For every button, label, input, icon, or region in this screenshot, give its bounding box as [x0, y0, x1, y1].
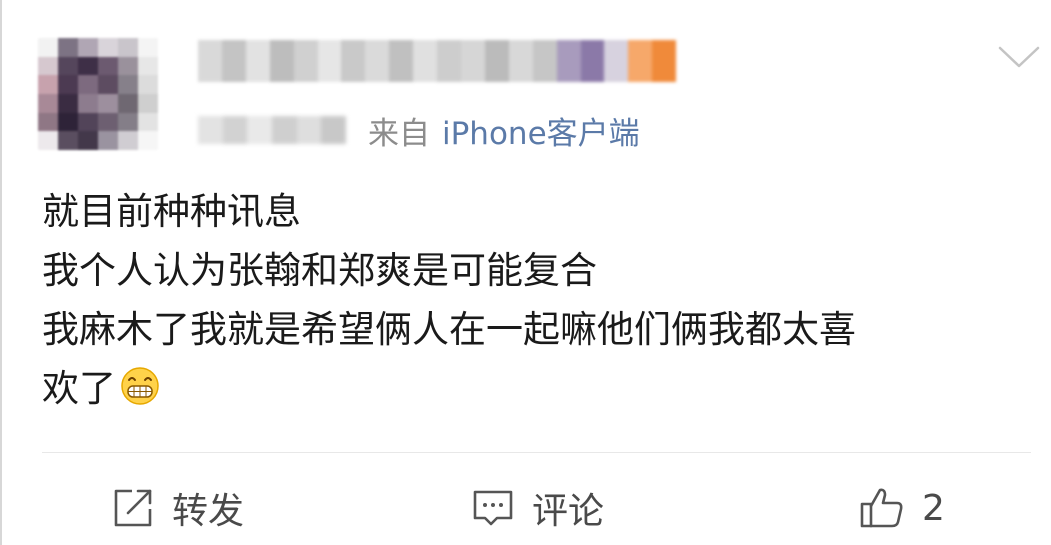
like-button[interactable]: 2 [858, 482, 945, 534]
divider [42, 452, 1031, 453]
grin-emoji-icon [120, 364, 160, 405]
weibo-post-card: 来自 iPhone客户端 就目前种种讯息 我个人认为张翰和郑爽是可能复合 我麻木… [0, 0, 1051, 545]
username-blurred[interactable] [198, 40, 677, 82]
content-line: 就目前种种讯息 [42, 190, 301, 233]
like-count: 2 [922, 487, 945, 529]
source-prefix: 来自 [368, 115, 430, 152]
content-line-text: 欢了 [42, 367, 116, 410]
share-square-icon [110, 485, 156, 531]
content-line-last: 欢了 [42, 359, 1042, 418]
post-meta: 来自 iPhone客户端 [198, 108, 640, 152]
post-content: 就目前种种讯息 我个人认为张翰和郑爽是可能复合 我麻木了我就是希望俩人在一起嘛他… [42, 182, 1042, 418]
content-line: 我麻木了我就是希望俩人在一起嘛他们俩我都太喜 [42, 308, 856, 351]
repost-button[interactable]: 转发 [110, 482, 244, 534]
source-client-link[interactable]: iPhone客户端 [442, 108, 640, 153]
comment-button[interactable]: 评论 [470, 482, 604, 534]
repost-label: 转发 [172, 491, 245, 532]
content-line: 我个人认为张翰和郑爽是可能复合 [42, 249, 597, 292]
comment-label: 评论 [532, 491, 605, 532]
chevron-down-icon[interactable] [997, 44, 1041, 70]
comment-bubble-icon [470, 485, 516, 531]
thumbs-up-icon [858, 484, 906, 532]
timestamp-blurred [198, 116, 347, 144]
avatar[interactable] [38, 38, 158, 150]
